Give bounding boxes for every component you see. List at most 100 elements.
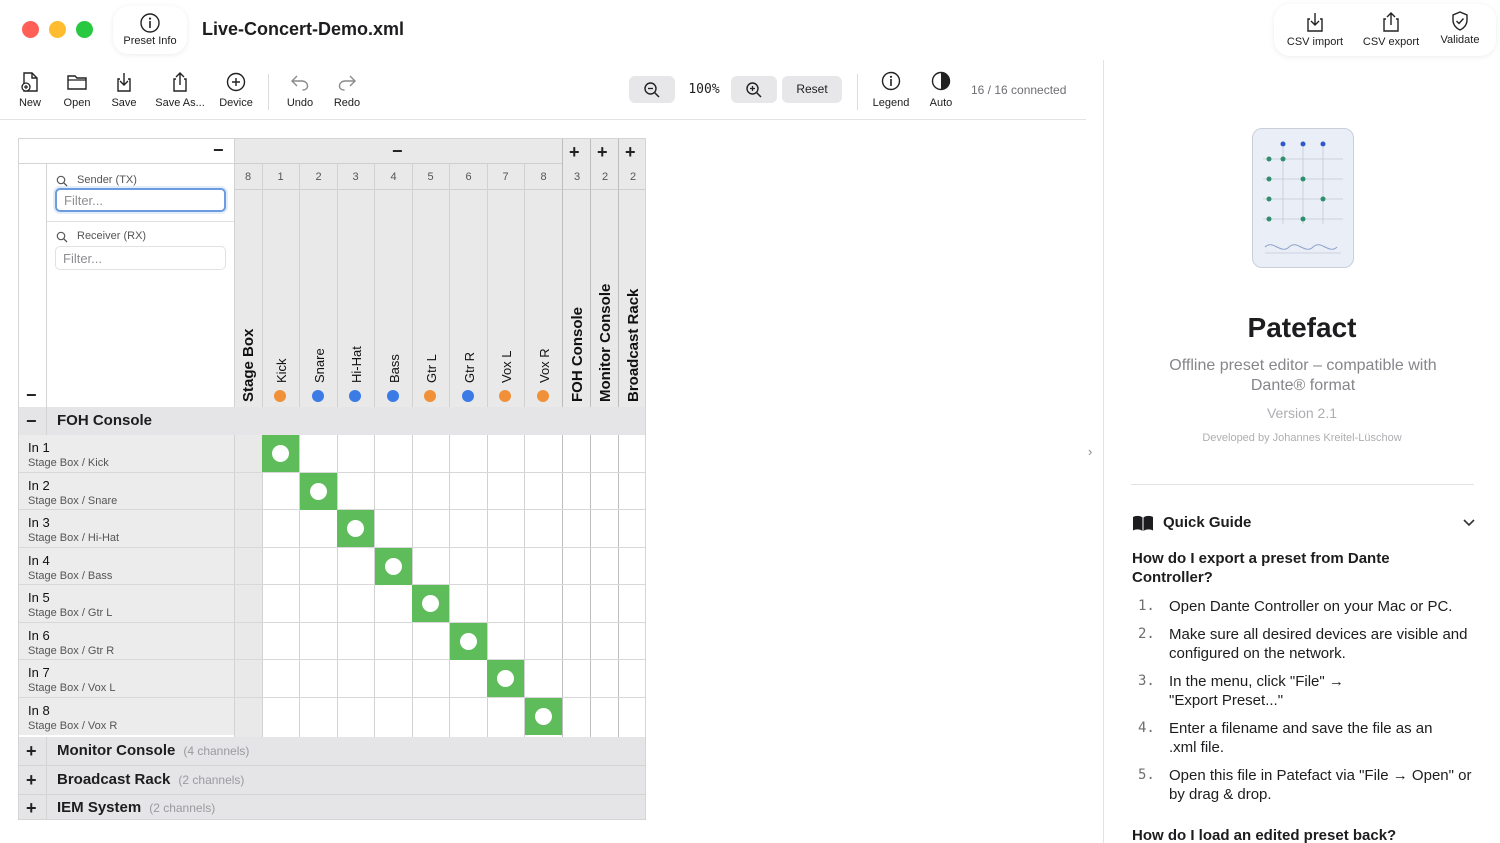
info-icon <box>881 71 901 91</box>
reset-zoom-button[interactable]: Reset <box>782 76 842 103</box>
tx-color-dot <box>387 390 399 402</box>
collapse-all-columns-button[interactable]: − <box>26 386 37 404</box>
app-icon-graphic <box>1263 141 1343 254</box>
row-header: In 5 Stage Box / Gtr L <box>19 585 234 622</box>
rx-channel-name: In 1 <box>28 440 50 455</box>
tx-color-dot <box>424 390 436 402</box>
collapse-foh-rows-button[interactable]: − <box>26 412 37 430</box>
zoom-out-button[interactable] <box>629 76 675 103</box>
connection-cell[interactable] <box>375 548 412 585</box>
close-window-button[interactable] <box>22 21 39 38</box>
collapse-stage-box-button[interactable]: − <box>392 142 403 160</box>
shield-check-icon <box>1452 11 1468 31</box>
column-channel-label[interactable]: Gtr L <box>424 354 439 383</box>
receiver-filter-input[interactable]: Filter... <box>55 246 226 270</box>
matrix-corner <box>19 139 234 164</box>
connection-cell[interactable] <box>525 698 562 735</box>
validate-button[interactable]: Validate <box>1434 10 1486 46</box>
expand-broadcast-rows-button[interactable]: + <box>26 771 37 789</box>
csv-export-button[interactable]: CSV export <box>1360 10 1422 48</box>
collapse-all-rows-button[interactable]: − <box>213 141 224 159</box>
undo-icon <box>291 75 309 91</box>
column-group-label[interactable]: Stage Box <box>240 329 257 402</box>
expand-monitor-columns-button[interactable]: + <box>597 143 608 161</box>
connection-cell[interactable] <box>412 585 449 622</box>
legend-button[interactable]: Legend <box>869 70 913 109</box>
save-as-button[interactable]: Save As... <box>152 70 208 109</box>
undo-button[interactable]: Undo <box>282 70 318 109</box>
document-title: Live-Concert-Demo.xml <box>202 19 405 39</box>
validate-label: Validate <box>1440 34 1480 46</box>
row-group-foh-console[interactable]: − FOH Console <box>19 407 645 435</box>
rx-channel-source: Stage Box / Vox L <box>28 682 116 694</box>
divider <box>46 407 47 435</box>
zoom-window-button[interactable] <box>76 21 93 38</box>
table-row: In 5 Stage Box / Gtr L <box>19 585 645 622</box>
rx-channel-name: In 4 <box>28 553 50 568</box>
rx-channel-name: In 3 <box>28 515 50 530</box>
column-channel-label[interactable]: Hi-Hat <box>349 346 364 383</box>
column-channel-label[interactable]: Bass <box>387 354 402 383</box>
row-group-channel-count: (2 channels) <box>178 773 245 787</box>
preset-info-button[interactable]: Preset Info <box>113 6 187 54</box>
minimize-window-button[interactable] <box>49 21 66 38</box>
chevron-right-icon[interactable]: › <box>1088 444 1092 459</box>
add-device-button[interactable]: Device <box>216 70 256 109</box>
guide-question: How do I load an edited preset back? <box>1132 827 1397 843</box>
connection-cell[interactable] <box>337 510 374 547</box>
expand-broadcast-columns-button[interactable]: + <box>625 143 636 161</box>
tx-color-dot <box>499 390 511 402</box>
column-channel-label[interactable]: Snare <box>312 348 327 383</box>
column-group-label[interactable]: FOH Console <box>569 307 586 402</box>
new-button[interactable]: New <box>12 70 48 109</box>
column-channel-label[interactable]: Kick <box>274 358 289 383</box>
connection-status: 16 / 16 connected <box>971 83 1067 97</box>
grid-line <box>19 547 645 548</box>
plus-circle-icon <box>226 72 246 92</box>
column-group-label[interactable]: Broadcast Rack <box>625 289 642 402</box>
search-icon <box>56 231 68 243</box>
open-label: Open <box>63 97 91 109</box>
channel-number: 4 <box>390 171 397 183</box>
top-actions-group: CSV import CSV export Validate <box>1274 4 1496 56</box>
channel-number: 1 <box>277 171 284 183</box>
column-channel-label[interactable]: Vox R <box>537 348 552 383</box>
connection-cell[interactable] <box>262 435 299 472</box>
expand-monitor-rows-button[interactable]: + <box>26 742 37 760</box>
open-button[interactable]: Open <box>59 70 95 109</box>
connection-cell[interactable] <box>487 660 524 697</box>
rx-channel-source: Stage Box / Bass <box>28 570 113 582</box>
row-group-label: Monitor Console <box>57 742 176 759</box>
expand-foh-columns-button[interactable]: + <box>569 143 580 161</box>
column-channel-label[interactable]: Gtr R <box>462 352 477 383</box>
row-group-broadcast-rack[interactable]: + Broadcast Rack (2 channels) <box>19 766 645 794</box>
rx-channel-name: In 7 <box>28 665 50 680</box>
row-group-iem-system[interactable]: + IEM System (2 channels) <box>19 795 645 819</box>
expand-iem-rows-button[interactable]: + <box>26 799 37 817</box>
sender-filter-input[interactable]: Filter... <box>55 188 226 212</box>
connection-cell[interactable] <box>450 623 487 660</box>
column-group-label[interactable]: Monitor Console <box>597 284 614 402</box>
save-button[interactable]: Save <box>106 70 142 109</box>
search-icon <box>56 175 68 187</box>
redo-button[interactable]: Redo <box>329 70 365 109</box>
auto-appearance-button[interactable]: Auto <box>922 70 960 109</box>
connection-dot <box>497 670 514 687</box>
share-icon <box>173 72 187 92</box>
rx-channel-name: In 2 <box>28 478 50 493</box>
connection-dot <box>272 445 289 462</box>
column-channel-label[interactable]: Vox L <box>499 350 514 383</box>
csv-import-button[interactable]: CSV import <box>1284 10 1346 48</box>
row-group-label: FOH Console <box>57 412 153 429</box>
table-row: In 3 Stage Box / Hi-Hat <box>19 510 645 547</box>
connection-dot <box>385 558 402 575</box>
app-window: Preset Info Live-Concert-Demo.xml CSV im… <box>0 0 1500 843</box>
row-group-monitor-console[interactable]: + Monitor Console (4 channels) <box>19 737 645 765</box>
save-icon <box>117 73 131 92</box>
info-icon <box>140 13 160 33</box>
rx-channel-name: In 6 <box>28 628 50 643</box>
zoom-in-button[interactable] <box>731 76 777 103</box>
rx-channel-name: In 5 <box>28 590 50 605</box>
chevron-down-icon[interactable] <box>1462 518 1476 528</box>
connection-cell[interactable] <box>300 473 337 510</box>
